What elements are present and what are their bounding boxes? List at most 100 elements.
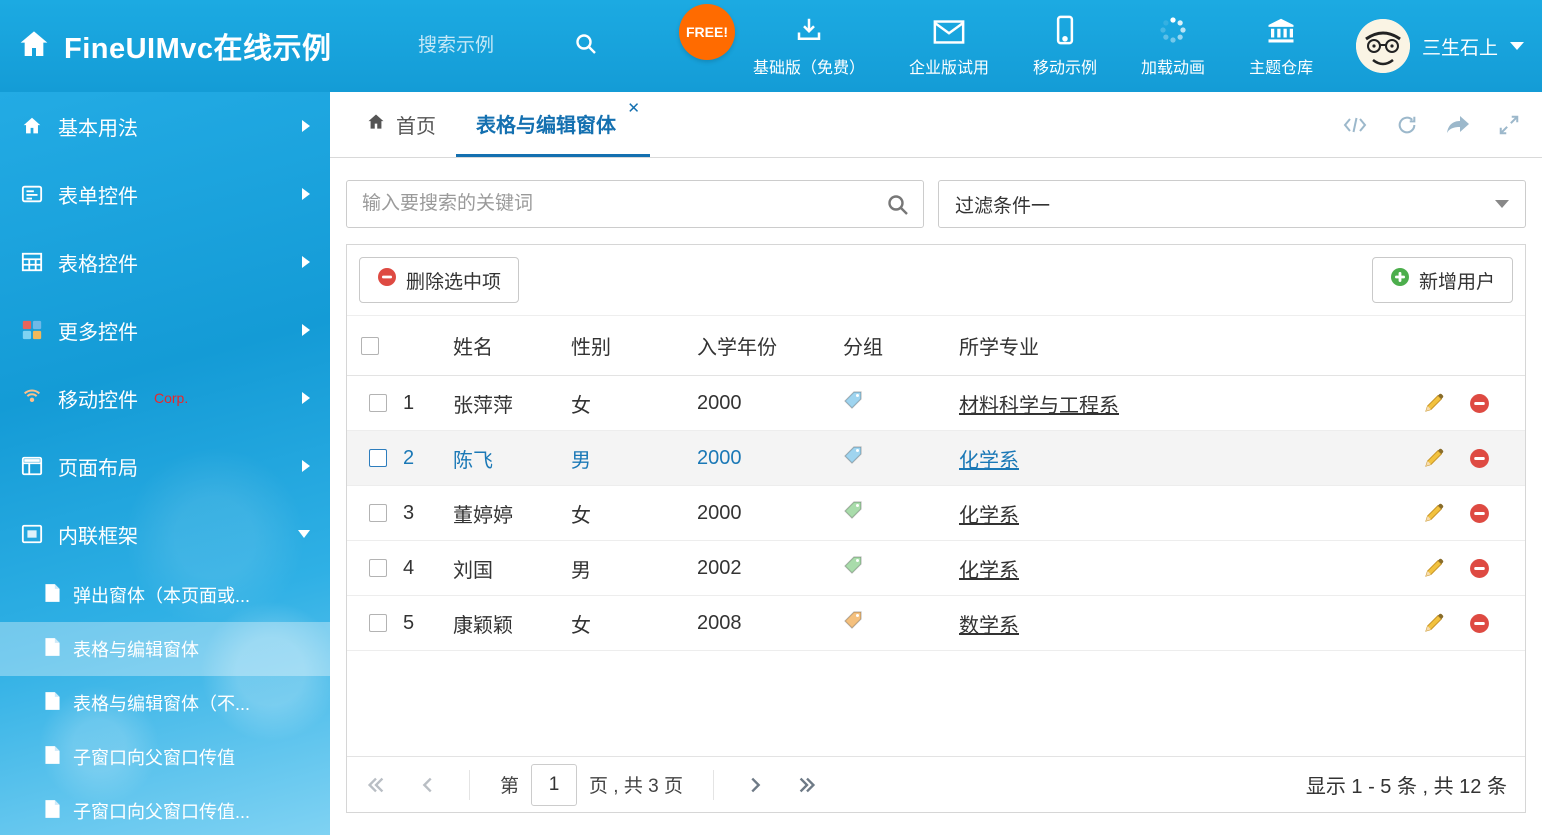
- nav-label: 基础版（免费）: [753, 54, 865, 78]
- edit-icon[interactable]: [1423, 612, 1445, 634]
- edit-icon[interactable]: [1423, 502, 1445, 524]
- expand-icon[interactable]: [1498, 114, 1520, 136]
- col-header-index: [395, 316, 445, 376]
- chevron-right-icon: [302, 460, 310, 472]
- col-header-name[interactable]: 姓名: [445, 316, 563, 376]
- nav-label: 加载动画: [1141, 54, 1205, 78]
- search-icon[interactable]: [574, 32, 598, 61]
- tab-close-icon[interactable]: ✕: [627, 101, 640, 116]
- edit-icon[interactable]: [1423, 557, 1445, 579]
- table-row-selected[interactable]: 2 陈飞 男 2000 化学系: [347, 431, 1525, 486]
- chevron-down-icon: [1510, 42, 1524, 50]
- refresh-icon[interactable]: [1396, 114, 1418, 136]
- sidebar-item-label: 表单控件: [58, 180, 138, 209]
- col-header-year[interactable]: 入学年份: [689, 316, 835, 376]
- row-index: 4: [395, 541, 445, 596]
- tag-icon: [843, 445, 863, 465]
- major-link[interactable]: 材料科学与工程系: [959, 395, 1119, 417]
- keyword-search-input[interactable]: [347, 181, 923, 227]
- filter-dropdown-value: 过滤条件一: [955, 191, 1050, 218]
- code-icon[interactable]: [1342, 115, 1368, 135]
- row-checkbox[interactable]: [369, 449, 387, 467]
- sidebar-item-basic-usage[interactable]: 基本用法: [0, 92, 330, 160]
- nav-item-enterprise-trial[interactable]: 企业版试用: [909, 15, 989, 78]
- last-page-icon[interactable]: [796, 774, 818, 796]
- delete-selected-button[interactable]: 删除选中项: [359, 257, 519, 303]
- sidebar-item-page-layout[interactable]: 页面布局: [0, 432, 330, 500]
- chevron-right-icon: [302, 188, 310, 200]
- free-badge: FREE!: [679, 4, 735, 60]
- add-user-button[interactable]: 新增用户: [1372, 257, 1513, 303]
- tab-grid-edit-window[interactable]: 表格与编辑窗体 ✕: [456, 92, 650, 157]
- row-index: 2: [395, 431, 445, 486]
- col-header-gender[interactable]: 性别: [563, 316, 689, 376]
- table-row[interactable]: 3 董婷婷 女 2000 化学系: [347, 486, 1525, 541]
- col-header-group[interactable]: 分组: [835, 316, 951, 376]
- delete-row-icon[interactable]: [1469, 393, 1490, 414]
- sidebar-subitem-popup-window[interactable]: 弹出窗体（本页面或...: [0, 568, 330, 622]
- search-icon[interactable]: [886, 193, 910, 222]
- app-title: FineUIMvc在线示例: [64, 25, 332, 67]
- top-search-input[interactable]: [418, 35, 548, 57]
- sidebar-item-grid-controls[interactable]: 表格控件: [0, 228, 330, 296]
- delete-row-icon[interactable]: [1469, 558, 1490, 579]
- sidebar-subitem-label: 表格与编辑窗体（不...: [73, 690, 250, 716]
- edit-icon[interactable]: [1423, 392, 1445, 414]
- major-link[interactable]: 化学系: [959, 450, 1019, 472]
- select-all-checkbox[interactable]: [361, 337, 379, 355]
- sidebar-subitem-grid-edit-window-2[interactable]: 表格与编辑窗体（不...: [0, 676, 330, 730]
- filter-dropdown[interactable]: 过滤条件一: [938, 180, 1526, 228]
- sidebar-subitem-child-to-parent[interactable]: 子窗口向父窗口传值: [0, 730, 330, 784]
- sidebar-subitem-child-to-parent-2[interactable]: 子窗口向父窗口传值...: [0, 784, 330, 835]
- sidebar-item-form-controls[interactable]: 表单控件: [0, 160, 330, 228]
- cell-name: 董婷婷: [445, 486, 563, 541]
- filter-row: 过滤条件一: [346, 180, 1526, 228]
- nav-label: 主题仓库: [1249, 54, 1313, 78]
- table-row[interactable]: 5 康颖颖 女 2008 数学系: [347, 596, 1525, 651]
- nav-item-theme-store[interactable]: 主题仓库: [1249, 15, 1313, 78]
- row-checkbox[interactable]: [369, 394, 387, 412]
- user-name: 三生石上: [1422, 33, 1498, 60]
- cell-gender: 女: [563, 486, 689, 541]
- sidebar-subitem-grid-edit-window[interactable]: 表格与编辑窗体: [0, 622, 330, 676]
- nav-item-basic-free[interactable]: 基础版（免费）: [753, 15, 865, 78]
- layout-icon: [20, 455, 44, 477]
- cell-year: 2008: [689, 596, 835, 651]
- divider: [713, 770, 714, 800]
- table-row[interactable]: 4 刘国 男 2002 化学系: [347, 541, 1525, 596]
- tab-home[interactable]: 首页: [346, 92, 456, 157]
- page-icon: [44, 799, 61, 824]
- row-checkbox[interactable]: [369, 504, 387, 522]
- cell-gender: 女: [563, 376, 689, 431]
- brand[interactable]: FineUIMvc在线示例: [18, 25, 418, 67]
- data-table: 姓名 性别 入学年份 分组 所学专业 1: [347, 315, 1525, 651]
- frame-icon: [20, 523, 44, 545]
- delete-row-icon[interactable]: [1469, 613, 1490, 634]
- major-link[interactable]: 数学系: [959, 615, 1019, 637]
- major-link[interactable]: 化学系: [959, 560, 1019, 582]
- home-icon: [20, 115, 44, 137]
- delete-row-icon[interactable]: [1469, 448, 1490, 469]
- user-menu[interactable]: 三生石上: [1356, 19, 1524, 73]
- table-row[interactable]: 1 张萍萍 女 2000 材料科学与工程系: [347, 376, 1525, 431]
- delete-row-icon[interactable]: [1469, 503, 1490, 524]
- col-header-major[interactable]: 所学专业: [951, 316, 1415, 376]
- sidebar-item-more-controls[interactable]: 更多控件: [0, 296, 330, 364]
- prev-page-icon[interactable]: [417, 774, 439, 796]
- nav-item-loading-anim[interactable]: 加载动画: [1141, 15, 1205, 78]
- page-number-input[interactable]: [531, 764, 577, 806]
- major-link[interactable]: 化学系: [959, 505, 1019, 527]
- edit-icon[interactable]: [1423, 447, 1445, 469]
- cell-name: 张萍萍: [445, 376, 563, 431]
- nav-item-mobile-demo[interactable]: 移动示例: [1033, 15, 1097, 78]
- cell-year: 2000: [689, 486, 835, 541]
- sidebar-item-iframe[interactable]: 内联框架: [0, 500, 330, 568]
- next-page-icon[interactable]: [744, 774, 766, 796]
- row-checkbox[interactable]: [369, 614, 387, 632]
- first-page-icon[interactable]: [365, 774, 387, 796]
- sidebar-item-mobile-controls[interactable]: 移动控件 Corp.: [0, 364, 330, 432]
- row-checkbox[interactable]: [369, 559, 387, 577]
- tab-label: 表格与编辑窗体: [476, 109, 616, 138]
- cell-gender: 男: [563, 431, 689, 486]
- share-icon[interactable]: [1446, 115, 1470, 135]
